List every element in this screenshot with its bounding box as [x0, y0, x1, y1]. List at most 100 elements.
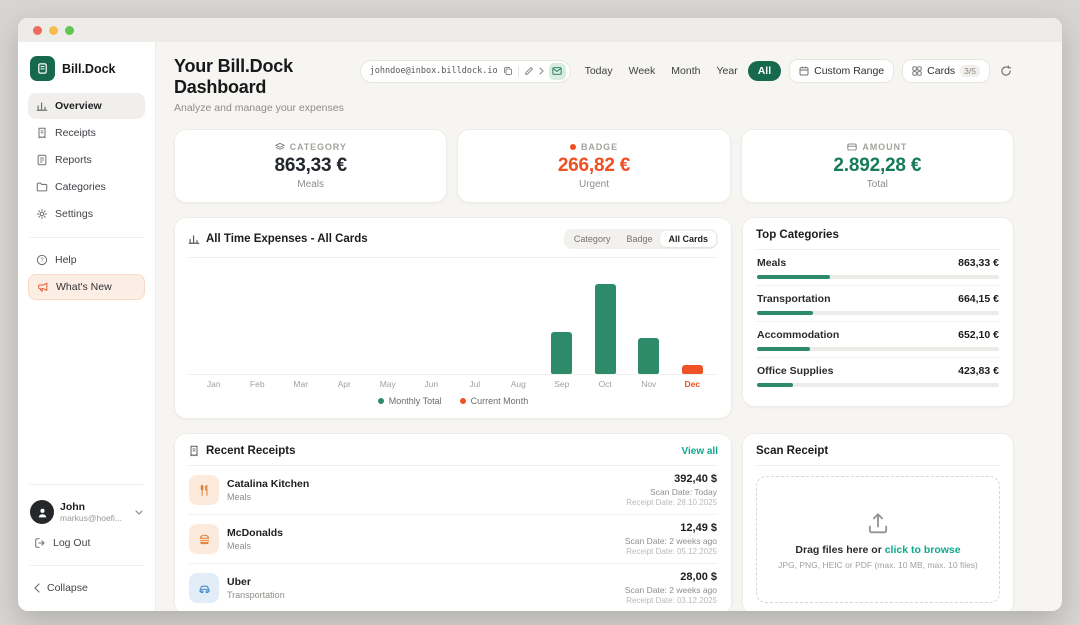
user-menu[interactable]: John markus@hoefi...: [28, 494, 145, 530]
receipt-row[interactable]: Uber Transportation 28,00 $ Scan Date: 2…: [188, 564, 718, 611]
category-name: Office Supplies: [757, 365, 833, 377]
category-progress-track: [757, 311, 999, 315]
cards-label: Cards: [927, 65, 955, 77]
chart-filter-group: Category Badge All Cards: [564, 229, 718, 249]
chart-title: All Time Expenses - All Cards: [206, 233, 368, 245]
range-year-button[interactable]: Year: [710, 61, 743, 81]
sidebar-item-label: Categories: [55, 181, 106, 193]
category-progress-track: [757, 347, 999, 351]
month-label: Apr: [323, 379, 367, 389]
month-label: Dec: [671, 379, 715, 389]
range-month-button[interactable]: Month: [665, 61, 706, 81]
filter-badge[interactable]: Badge: [618, 231, 660, 247]
category-amount: 423,83 €: [958, 365, 999, 377]
logout-button[interactable]: Log Out: [28, 530, 145, 556]
top-categories-card: Top Categories Meals863,33 € Transportat…: [742, 217, 1014, 407]
category-name: Accommodation: [757, 329, 839, 341]
expenses-chart-card: All Time Expenses - All Cards Category B…: [174, 217, 732, 419]
sidebar-item-overview[interactable]: Overview: [28, 93, 145, 119]
stat-label: CATEGORY: [290, 142, 347, 152]
stat-value: 863,33 €: [274, 155, 346, 177]
upload-icon: [864, 509, 892, 537]
badge-dot-icon: [570, 144, 576, 150]
custom-range-button[interactable]: Custom Range: [789, 59, 894, 83]
receipt-date: Receipt Date: 05.12.2025: [625, 547, 717, 556]
mail-button[interactable]: [549, 63, 566, 80]
traffic-light[interactable]: [49, 26, 58, 35]
file-dropzone[interactable]: Drag files here or click to browse JPG, …: [756, 476, 1000, 603]
category-amount: 863,33 €: [958, 257, 999, 269]
car-icon: [189, 573, 219, 603]
app-window: Bill.Dock Overview Receipts Reports Cat: [18, 18, 1062, 611]
stat-label: BADGE: [581, 142, 618, 152]
grid-icon: [912, 66, 922, 76]
range-filter-group: Today Week Month Year All: [579, 61, 782, 81]
collapse-label: Collapse: [47, 582, 88, 594]
range-today-button[interactable]: Today: [579, 61, 619, 81]
category-progress-track: [757, 275, 999, 279]
cards-button[interactable]: Cards 3/5: [902, 59, 990, 83]
bar-chart-icon: [188, 233, 200, 245]
chevron-right-icon[interactable]: [539, 67, 544, 75]
gear-icon: [36, 208, 48, 220]
category-progress-fill: [757, 383, 793, 387]
edit-icon[interactable]: [524, 66, 534, 76]
user-email: markus@hoefi...: [60, 513, 129, 523]
copy-icon[interactable]: [503, 66, 513, 76]
filter-all-cards[interactable]: All Cards: [660, 231, 716, 247]
sidebar-item-receipts[interactable]: Receipts: [28, 120, 145, 146]
sidebar: Bill.Dock Overview Receipts Reports Cat: [18, 42, 156, 611]
receipt-merchant: McDonalds: [227, 527, 283, 539]
month-label: Feb: [236, 379, 280, 389]
traffic-light[interactable]: [33, 26, 42, 35]
category-progress-fill: [757, 311, 813, 315]
scan-receipt-title: Scan Receipt: [756, 445, 828, 457]
receipt-icon: [36, 127, 48, 139]
sidebar-item-whats-new[interactable]: What's New: [28, 274, 145, 300]
receipt-scan-date: Scan Date: Today: [626, 487, 717, 497]
sidebar-item-reports[interactable]: Reports: [28, 147, 145, 173]
receipt-scan-date: Scan Date: 2 weeks ago: [625, 536, 717, 546]
sidebar-item-categories[interactable]: Categories: [28, 174, 145, 200]
chevron-left-icon: [34, 583, 40, 593]
inbox-email-pill[interactable]: johndoe@inbox.billdock.io: [360, 60, 571, 83]
month-label: Oct: [584, 379, 628, 389]
stat-sub: Total: [867, 179, 888, 190]
app-logo: Bill.Dock: [28, 54, 145, 93]
receipt-date: Receipt Date: 28.10.2025: [626, 498, 717, 507]
month-label: Sep: [540, 379, 584, 389]
view-all-link[interactable]: View all: [681, 446, 718, 457]
chart-bar: [551, 332, 572, 374]
sidebar-nav: Overview Receipts Reports Categories Set…: [28, 93, 145, 228]
receipt-row[interactable]: Catalina Kitchen Meals 392,40 $ Scan Dat…: [188, 466, 718, 515]
category-progress-track: [757, 383, 999, 387]
sidebar-item-label: Overview: [55, 100, 102, 112]
stat-value: 266,82 €: [558, 155, 630, 177]
receipt-row[interactable]: McDonalds Meals 12,49 $ Scan Date: 2 wee…: [188, 515, 718, 564]
stat-label: AMOUNT: [862, 142, 907, 152]
billdock-logo-icon: [30, 56, 55, 81]
refresh-button[interactable]: [998, 63, 1014, 79]
report-icon: [36, 154, 48, 166]
chart-bar: [595, 284, 616, 374]
recent-receipts-card: Recent Receipts View all Catalina Kitche…: [174, 433, 732, 611]
month-label: Nov: [627, 379, 671, 389]
category-row: Accommodation652,10 €: [756, 322, 1000, 358]
collapse-sidebar-button[interactable]: Collapse: [28, 575, 145, 601]
drop-label: Drag files here or: [795, 544, 881, 556]
month-label: Jul: [453, 379, 497, 389]
range-all-button[interactable]: All: [748, 61, 781, 81]
filter-category[interactable]: Category: [566, 231, 619, 247]
traffic-light[interactable]: [65, 26, 74, 35]
user-name: John: [60, 501, 129, 513]
browse-link[interactable]: click to browse: [885, 544, 961, 556]
range-week-button[interactable]: Week: [623, 61, 662, 81]
stat-card-category: CATEGORY 863,33 € Meals: [174, 129, 447, 203]
overview-icon: [36, 100, 48, 112]
sidebar-item-help[interactable]: ? Help: [28, 247, 145, 273]
chevron-down-icon: [135, 510, 143, 515]
svg-text:?: ?: [40, 258, 44, 264]
sidebar-item-settings[interactable]: Settings: [28, 201, 145, 227]
bar-chart-plot: [188, 258, 718, 375]
layers-icon: [275, 142, 285, 152]
